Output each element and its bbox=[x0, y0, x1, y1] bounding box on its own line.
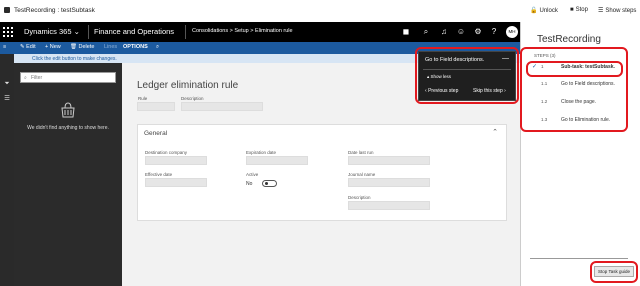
highlight-box-popup bbox=[415, 47, 519, 104]
new-button[interactable]: + New bbox=[45, 44, 61, 50]
lines-button[interactable]: Lines bbox=[104, 44, 117, 50]
empty-state-icon bbox=[61, 102, 75, 118]
chevron-down-icon: ⌄ bbox=[73, 27, 80, 36]
hamburger-icon[interactable]: ≡ bbox=[3, 44, 6, 50]
list-icon[interactable]: ☰ bbox=[3, 94, 11, 102]
unlock-icon: 🔓 bbox=[530, 8, 538, 14]
show-steps-icon: ☰ bbox=[598, 8, 604, 14]
date-last-run-label: Date last run bbox=[348, 150, 374, 155]
search-icon: ⌕ bbox=[24, 75, 27, 81]
date-last-run-field[interactable] bbox=[348, 156, 430, 165]
expiration-date-field[interactable] bbox=[246, 156, 308, 165]
gear-icon[interactable]: ⚙ bbox=[472, 26, 484, 38]
page-title: Ledger elimination rule bbox=[137, 80, 239, 91]
show-steps-button[interactable]: ☰ Show steps bbox=[598, 7, 636, 14]
highlight-box-stop bbox=[590, 261, 638, 283]
highlight-box-steps bbox=[520, 47, 628, 132]
journal-name-field[interactable] bbox=[348, 178, 430, 187]
list-pane bbox=[14, 63, 122, 286]
description-label: Description bbox=[181, 96, 204, 101]
search-icon[interactable]: ⌕ bbox=[156, 44, 159, 51]
info-text: Click the edit button to make changes. bbox=[32, 56, 117, 62]
divider bbox=[88, 25, 89, 39]
delete-button[interactable]: 🗑 Delete bbox=[70, 44, 94, 50]
filter-icon[interactable]: ⏷ bbox=[3, 80, 11, 88]
chevron-up-icon[interactable]: ⌃ bbox=[492, 128, 498, 136]
effective-date-label: Effective date bbox=[145, 172, 173, 177]
rule-label: Rule bbox=[138, 96, 148, 101]
module-name: Finance and Operations bbox=[94, 27, 175, 36]
bell-icon[interactable]: ♫ bbox=[438, 26, 450, 38]
section-title: General bbox=[144, 130, 168, 137]
app-launcher-icon[interactable] bbox=[3, 27, 13, 37]
description-field[interactable] bbox=[181, 102, 263, 111]
unlock-button[interactable]: 🔓 Unlock bbox=[530, 7, 558, 14]
journal-name-label: Journal name bbox=[348, 172, 376, 177]
general-section: General ⌃ bbox=[137, 124, 507, 221]
chat-icon[interactable]: ◼ bbox=[400, 26, 412, 38]
stop-button[interactable]: ■ Stop bbox=[570, 7, 588, 13]
effective-date-field[interactable] bbox=[145, 178, 207, 187]
breadcrumb[interactable]: Consolidations > Setup > Elimination rul… bbox=[192, 28, 293, 34]
avatar[interactable]: MH bbox=[506, 26, 518, 38]
divider bbox=[185, 25, 186, 39]
product-switcher[interactable]: Dynamics 365 ⌄ bbox=[24, 27, 80, 36]
filter-placeholder: Filter bbox=[31, 75, 43, 81]
description2-label: Description bbox=[348, 195, 371, 200]
search-icon[interactable]: ⌕ bbox=[420, 26, 432, 38]
smiley-icon[interactable]: ☺ bbox=[455, 26, 467, 38]
rule-field[interactable] bbox=[137, 102, 175, 111]
stop-icon: ■ bbox=[570, 7, 574, 13]
active-value: No bbox=[246, 181, 253, 187]
left-rail: ⏷ ☰ bbox=[0, 54, 14, 286]
window-title-bar: TestRecording : testSubtask 🔓 Unlock ■ Sto… bbox=[0, 0, 640, 22]
divider bbox=[530, 258, 628, 259]
options-tab[interactable]: OPTIONS bbox=[123, 44, 148, 50]
top-nav-bar: Dynamics 365 ⌄ Finance and Operations Co… bbox=[0, 22, 520, 42]
window-title: TestRecording : testSubtask bbox=[14, 7, 95, 14]
destination-company-label: Destination company bbox=[145, 150, 188, 155]
recording-title: TestRecording bbox=[537, 34, 601, 45]
active-toggle[interactable] bbox=[262, 180, 277, 187]
description2-field[interactable] bbox=[348, 201, 430, 210]
edit-button[interactable]: ✎ Edit bbox=[20, 44, 36, 50]
filter-input[interactable]: ⌕ Filter bbox=[20, 72, 116, 83]
expiration-date-label: Expiration date bbox=[246, 150, 277, 155]
active-label: Active bbox=[246, 172, 259, 177]
empty-state-text: We didn't find anything to show here. bbox=[27, 125, 109, 131]
destination-company-field[interactable] bbox=[145, 156, 207, 165]
app-icon bbox=[4, 7, 10, 13]
help-icon[interactable]: ? bbox=[488, 26, 500, 38]
